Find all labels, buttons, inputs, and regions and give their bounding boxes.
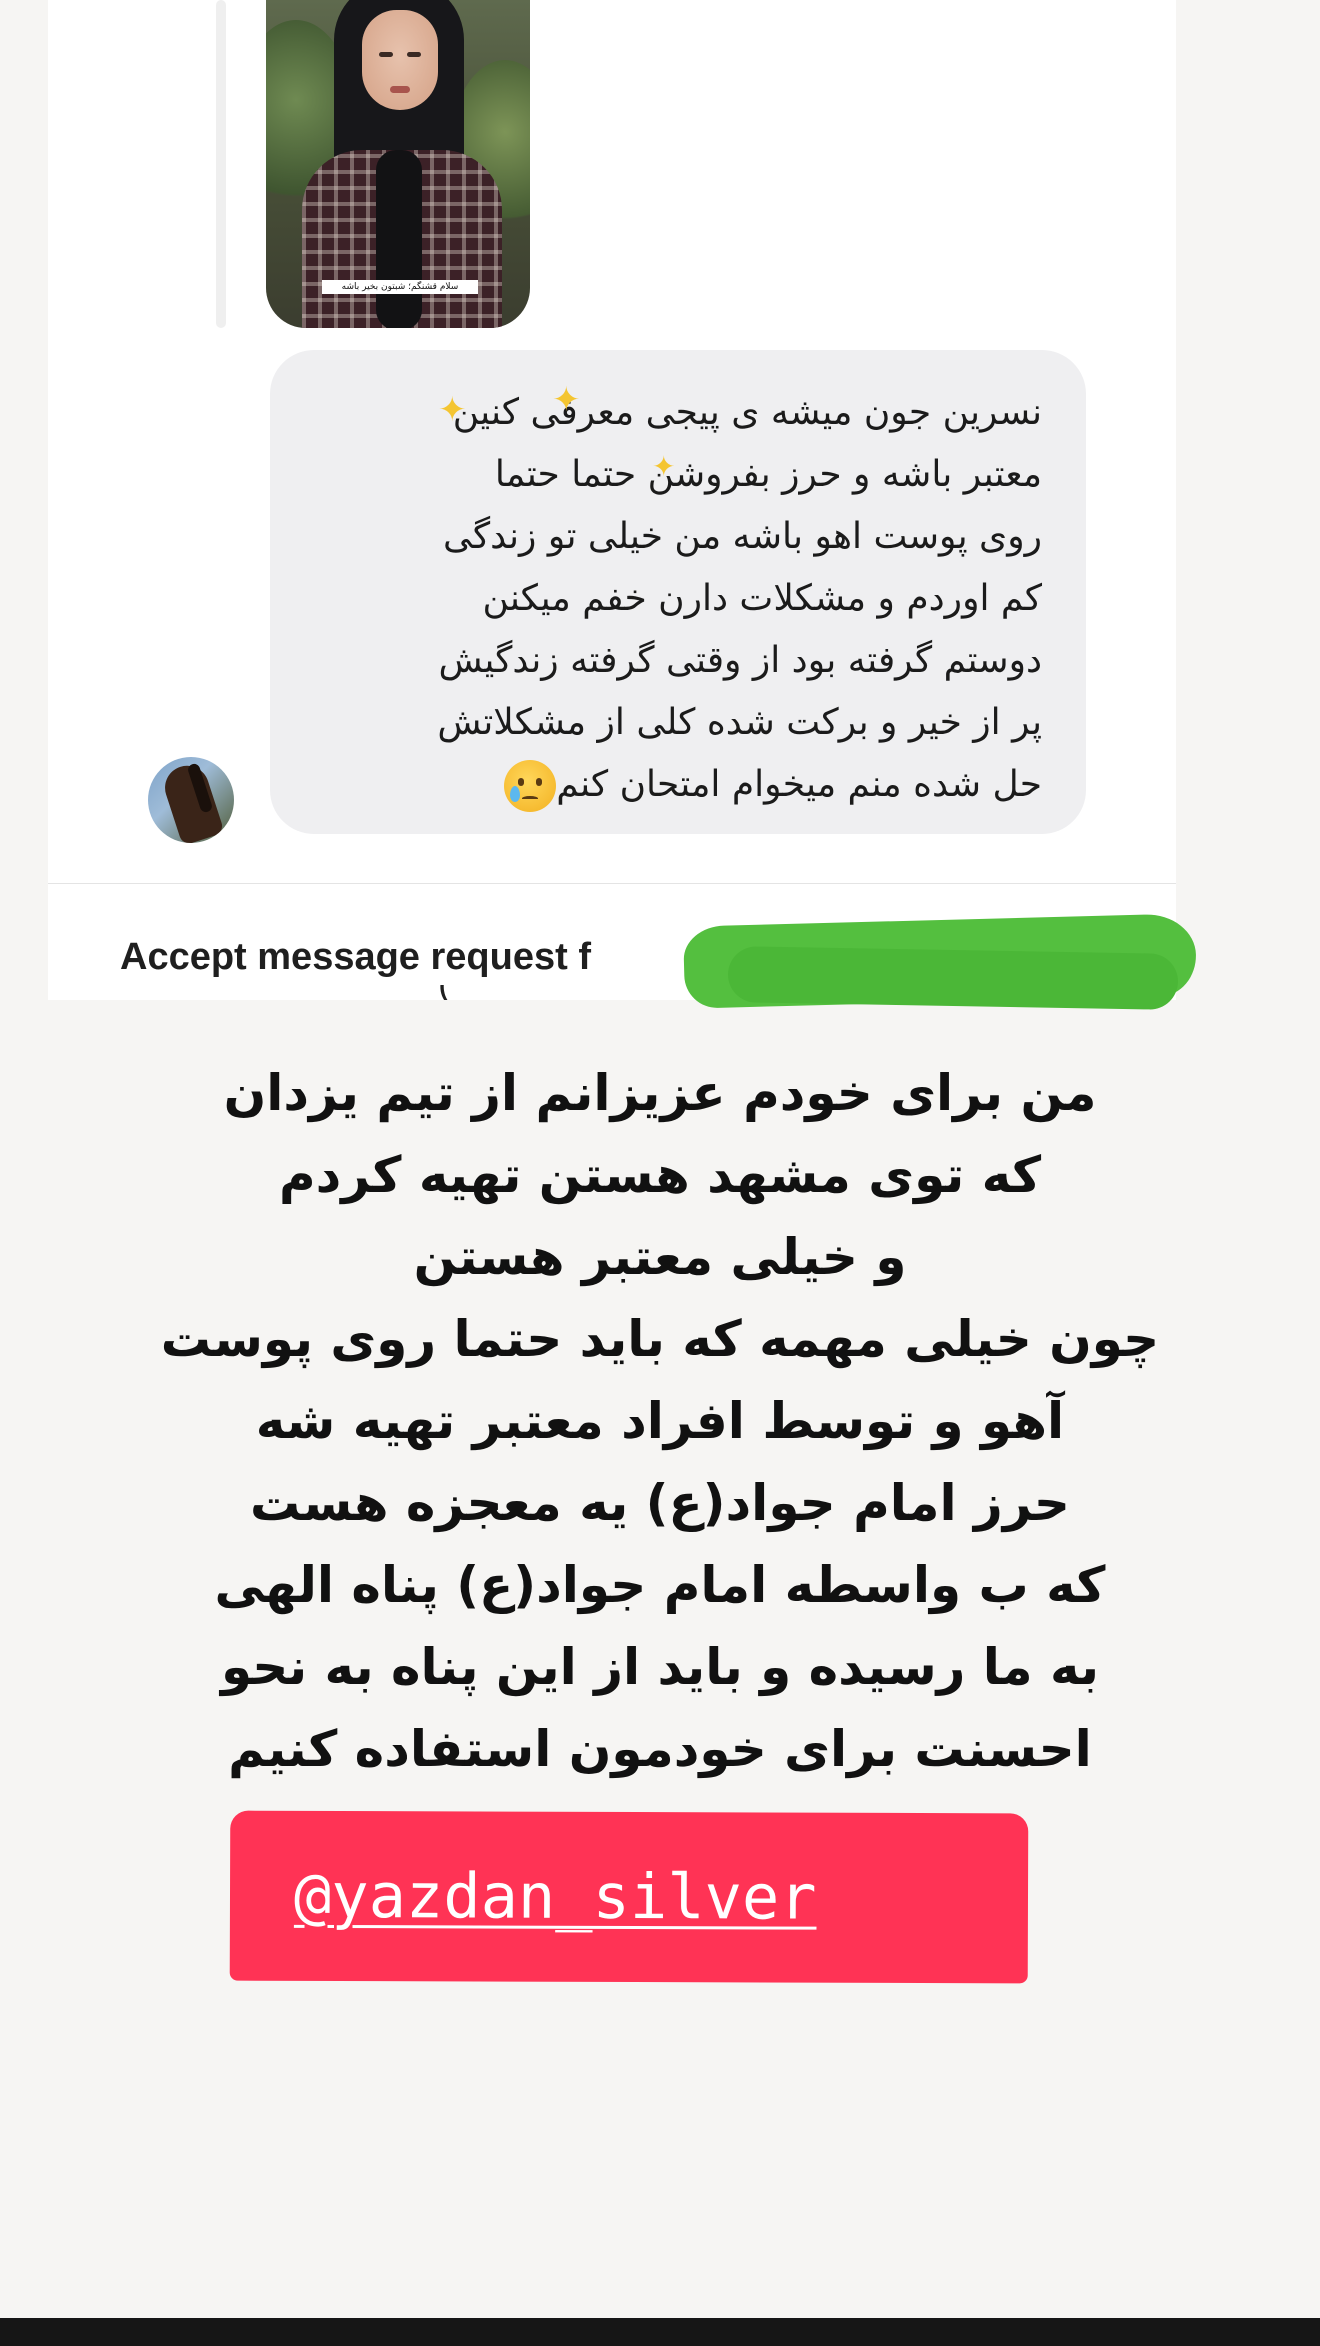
dm-screenshot: سلام قشنگم؛ شبتون بخیر باشه نسرین جون می… xyxy=(48,0,1197,1010)
story-caption-text: من برای خودم عزیزانم از تیم یزدان که توی… xyxy=(60,1052,1260,1790)
caption-line: به ما رسیده و باید از این پناه به نحو xyxy=(220,1638,1100,1696)
caption-line: و خیلی معتبر هستن xyxy=(413,1228,907,1286)
bottom-bar xyxy=(0,2318,1320,2346)
caption-line: احسنت برای خودمون استفاده کنیم xyxy=(228,1720,1092,1778)
message-line: پر از خیر و برکت شده کلی از مشکلاتش xyxy=(437,702,1042,743)
caption-line: که توی مشهد هستن تهیه کردم xyxy=(278,1146,1042,1204)
story-person-face xyxy=(362,10,438,110)
message-line: کم اوردم و مشکلات دارن خفم میکنن xyxy=(482,578,1042,619)
sender-avatar[interactable] xyxy=(148,757,234,843)
caption-line: حرز امام جواد(ع) یه معجزه هست xyxy=(250,1474,1070,1532)
crying-face-icon xyxy=(504,760,557,812)
mention-sticker[interactable]: @yazdan_silver xyxy=(229,1810,1029,1984)
redaction-scribble xyxy=(727,946,1179,1010)
message-line: روی پوست اهو باشه من خیلی تو زندگی xyxy=(442,516,1042,557)
message-line: دوستم گرفته بود از وقتی گرفته زندگیش xyxy=(438,640,1042,681)
accept-request-label: Accept message request f xyxy=(120,936,591,978)
story-caption: سلام قشنگم؛ شبتون بخیر باشه xyxy=(322,280,478,294)
reply-thread-line xyxy=(216,0,226,328)
message-line: حل شده منم میخوام امتحان کنم xyxy=(556,764,1042,805)
story-person-scarf xyxy=(376,150,422,328)
divider xyxy=(48,883,1176,884)
caption-line: من برای خودم عزیزانم از تیم یزدان xyxy=(223,1064,1097,1122)
caption-line: چون خیلی مهمه که باید حتما روی پوست xyxy=(160,1310,1160,1368)
caption-line: آهو و توسط افراد معتبر تهیه شه xyxy=(255,1392,1065,1450)
caption-line: که ب واسطه امام جواد(ع) پناه الهی xyxy=(214,1556,1106,1614)
message-text: نسرین جون میشه ی پیجی معرفی کنین معتبر ب… xyxy=(306,382,1042,816)
shared-story-preview[interactable]: سلام قشنگم؛ شبتون بخیر باشه xyxy=(266,0,530,328)
message-line: معتبر باشه و حرز بفروشن حتما حتما xyxy=(494,454,1042,495)
message-line: نسرین جون میشه ی پیجی معرفی کنین xyxy=(452,392,1042,433)
message-line-last: حل شده منم میخوام امتحان کنم xyxy=(494,760,1042,812)
mention-handle[interactable]: @yazdan_silver xyxy=(294,1859,817,1934)
message-bubble[interactable]: نسرین جون میشه ی پیجی معرفی کنین معتبر ب… xyxy=(270,350,1086,834)
